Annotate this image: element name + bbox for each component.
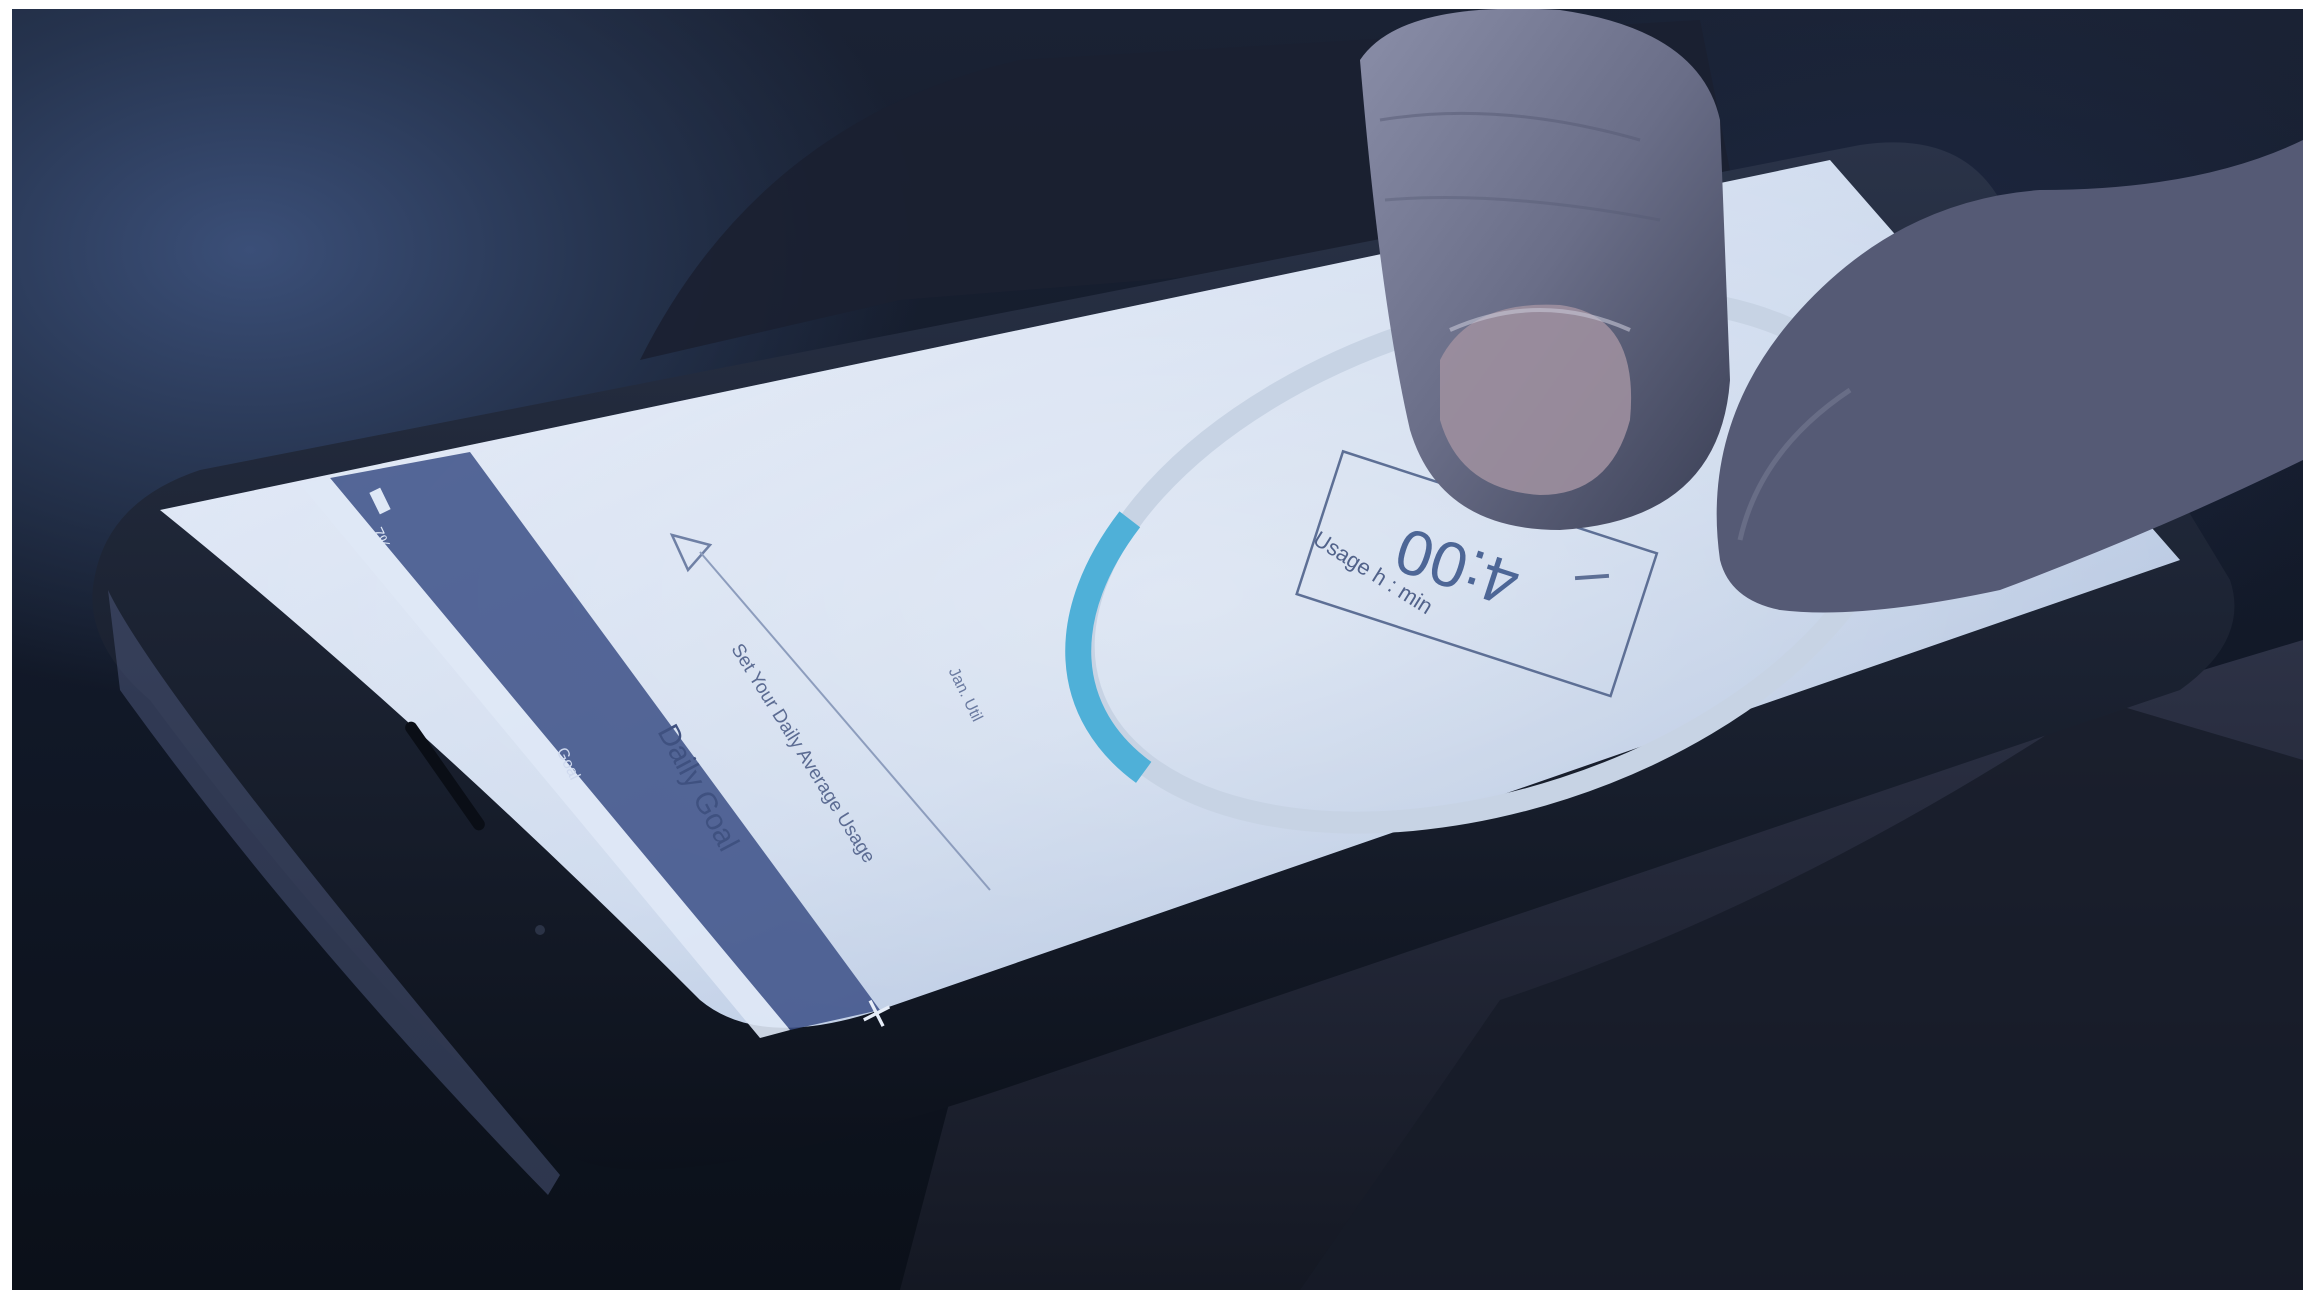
photo-scene: 4:00 Usage h : min Daily Goal Set Your D… [0,0,2303,1290]
fingernail [1440,304,1632,495]
photo-illustration [92,8,2303,1290]
